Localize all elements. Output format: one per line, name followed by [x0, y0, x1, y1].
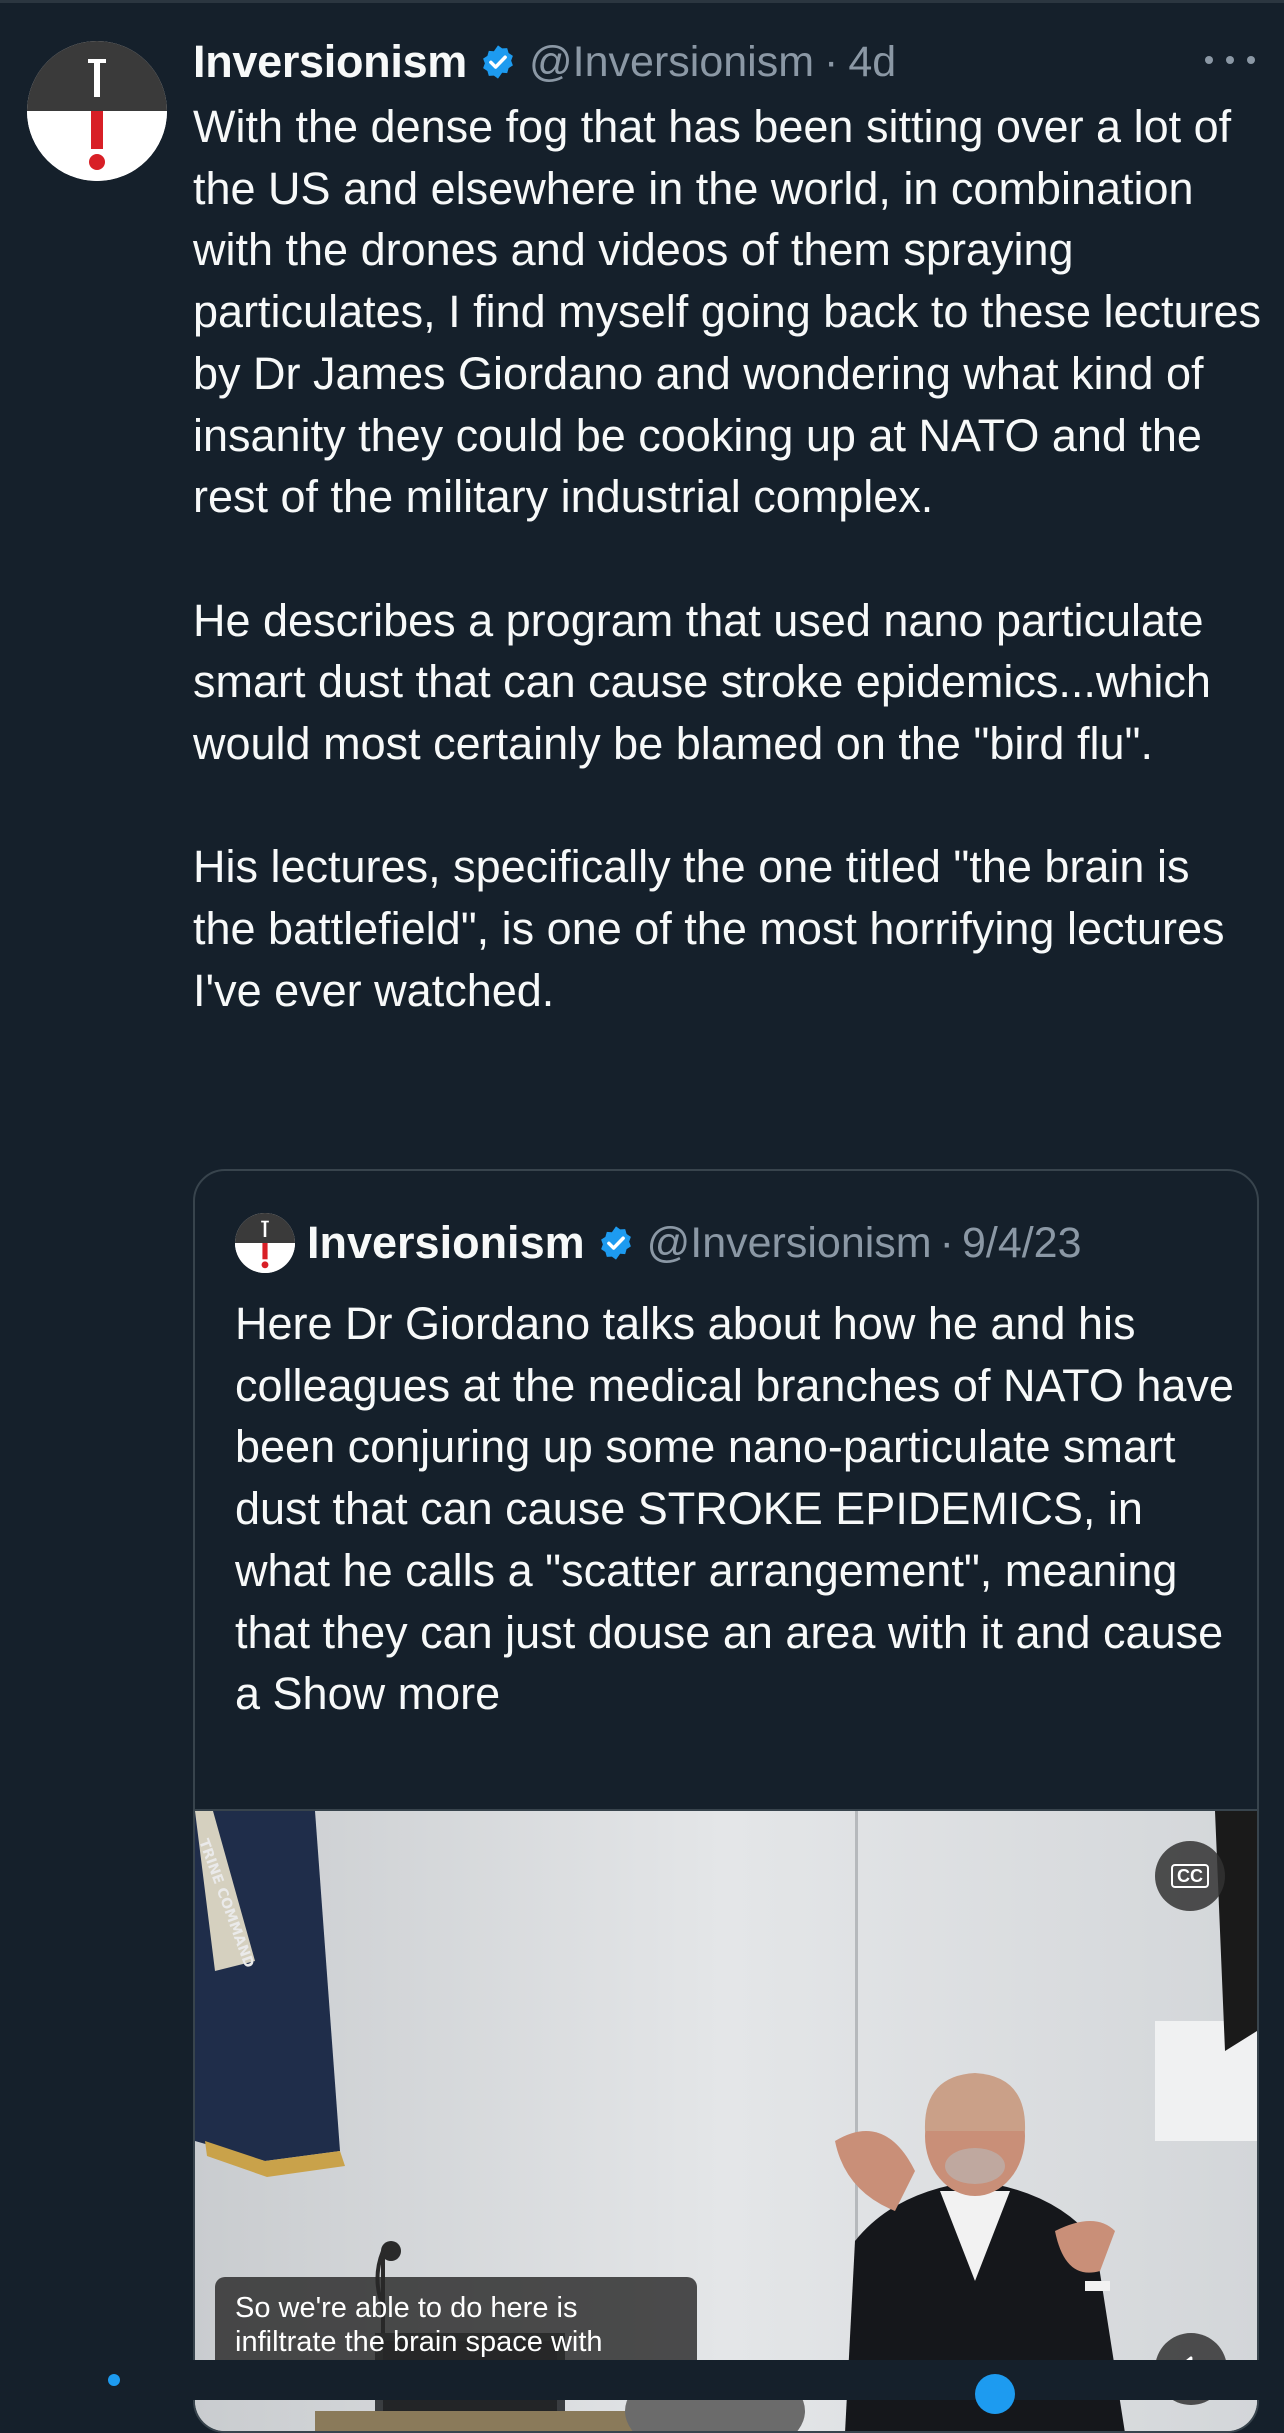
compose-button[interactable] — [975, 2374, 1015, 2414]
quoted-tweet-timestamp: 9/4/23 — [961, 1218, 1082, 1267]
quoted-author-display-name: Inversionism — [307, 1217, 585, 1268]
cc-label: CC — [1171, 1864, 1209, 1888]
verified-badge-icon — [479, 43, 517, 81]
show-more-link[interactable]: Show more — [273, 1668, 501, 1719]
closed-captions-icon[interactable]: CC — [1155, 1841, 1225, 1911]
quoted-tweet-body: Here Dr Giordano talks about how he and … — [235, 1298, 1234, 1720]
caption-line: So we're able to do here is — [235, 2292, 578, 2324]
author-handle[interactable]: @Inversionism — [529, 38, 814, 87]
quoted-tweet-text: Here Dr Giordano talks about how he and … — [235, 1293, 1235, 1725]
header-separator: · — [939, 1218, 954, 1267]
inversionism-logo-icon — [235, 1213, 295, 1273]
tweet-text: With the dense fog that has been sitting… — [193, 96, 1263, 1022]
quoted-tweet-header: Inversionism @Inversionism · 9/4/23 — [235, 1213, 1082, 1273]
quoted-author-handle: @Inversionism — [646, 1218, 932, 1267]
bottom-navigation-bar — [0, 2360, 1284, 2414]
caption-line: infiltrate the brain space with — [235, 2326, 603, 2358]
tweet-paragraph: He describes a program that used nano pa… — [193, 594, 1211, 770]
author-display-name[interactable]: Inversionism — [193, 36, 467, 88]
inversionism-logo-icon — [27, 41, 167, 181]
tweet-paragraph: With the dense fog that has been sitting… — [193, 101, 1262, 523]
quoted-author-avatar — [235, 1213, 295, 1273]
verified-badge-icon — [597, 1224, 635, 1262]
tweet-paragraph: His lectures, specifically the one title… — [193, 841, 1225, 1016]
tweet-timestamp[interactable]: 4d — [848, 38, 896, 87]
author-avatar[interactable] — [27, 41, 167, 181]
video-caption: So we're able to do here is infiltrate t… — [215, 2277, 697, 2373]
notification-dot — [108, 2374, 120, 2386]
header-separator: · — [824, 37, 839, 86]
tweet-header: Inversionism @Inversionism · 4d — [193, 30, 896, 94]
top-divider — [0, 0, 1284, 3]
video-player[interactable]: TRINE COMMAND CC So we're able to do her… — [195, 1809, 1257, 2431]
more-options-icon[interactable] — [1205, 40, 1255, 80]
quoted-tweet-card[interactable]: Inversionism @Inversionism · 9/4/23 Here… — [193, 1169, 1259, 2433]
